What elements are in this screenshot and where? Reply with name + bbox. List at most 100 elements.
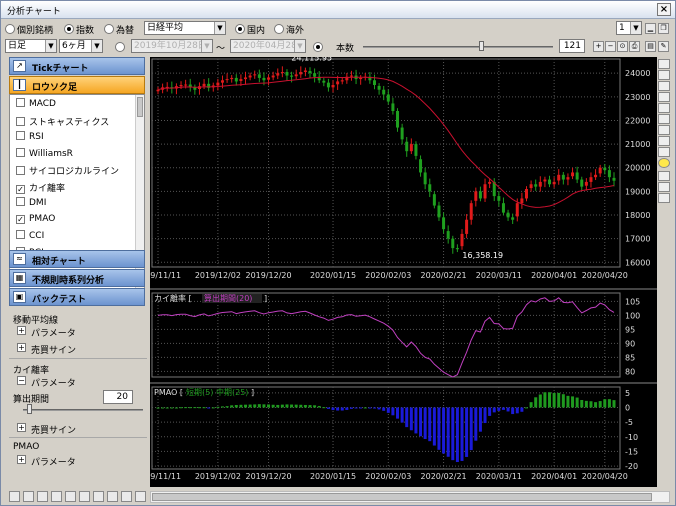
dev-period-slider[interactable] bbox=[23, 409, 143, 411]
date-tick-label: 2020/01/15 bbox=[310, 472, 356, 481]
pmao-bar bbox=[501, 407, 505, 410]
undo-icon[interactable] bbox=[658, 193, 670, 203]
dev-panel-bracket: ] bbox=[264, 294, 267, 303]
indicator-checkbox[interactable] bbox=[16, 116, 25, 126]
draw-circle-icon[interactable] bbox=[658, 125, 670, 135]
indicator-checkbox[interactable] bbox=[16, 230, 25, 239]
indicator-checkbox[interactable] bbox=[16, 166, 25, 175]
indicator-item[interactable]: サイコロジカルライン bbox=[16, 164, 119, 178]
index-select[interactable]: 日経平均 ▼ bbox=[144, 21, 226, 35]
expand-icon[interactable]: + bbox=[17, 423, 26, 432]
indicator-checkbox[interactable] bbox=[16, 147, 25, 157]
bars-slider[interactable] bbox=[363, 46, 553, 48]
chart-area[interactable]: 24000 23000 22000 21000 20000 19000 18000 17000… bbox=[135, 53, 657, 487]
indicator-checkbox[interactable] bbox=[16, 131, 25, 140]
restore-icon[interactable]: ❐ bbox=[658, 23, 669, 34]
indicator-item[interactable]: ✓ カイ離率 bbox=[16, 181, 65, 195]
count-select[interactable]: 1 ▼ bbox=[616, 21, 642, 35]
radio-overseas[interactable] bbox=[274, 24, 284, 34]
draw-text-icon[interactable] bbox=[658, 171, 670, 181]
draw-arc-icon[interactable] bbox=[658, 136, 670, 146]
close-button[interactable]: × bbox=[657, 3, 671, 16]
indicator-checkbox[interactable] bbox=[16, 197, 25, 206]
pmao-param-label[interactable]: パラメータ bbox=[31, 455, 76, 468]
pmao-bar bbox=[575, 397, 579, 408]
pmao-bar bbox=[262, 404, 266, 408]
candle-body bbox=[478, 191, 482, 199]
zoom-in-icon[interactable]: + bbox=[593, 41, 604, 52]
chart-svg[interactable]: 24000 23000 22000 21000 20000 19000 18000 17000… bbox=[135, 53, 657, 487]
collapse-icon[interactable]: − bbox=[17, 376, 26, 385]
scroll-thumb[interactable] bbox=[137, 97, 143, 117]
backtest-button[interactable]: ▣ バックテスト bbox=[9, 288, 145, 306]
dev-period-slider-thumb[interactable] bbox=[27, 404, 32, 414]
draw-fib-icon[interactable] bbox=[658, 114, 670, 124]
candle-body bbox=[257, 74, 261, 78]
tick-chart-button[interactable]: ↗ Tickチャート bbox=[9, 57, 145, 75]
radio-index[interactable] bbox=[64, 24, 74, 34]
draw-grid-icon[interactable] bbox=[658, 147, 670, 157]
indicator-item[interactable]: MACD bbox=[16, 98, 56, 112]
zoom-out-icon[interactable]: − bbox=[605, 41, 616, 52]
date-from-field[interactable]: 2019年10月28日 ▼ bbox=[131, 39, 213, 53]
indicator-checkbox[interactable] bbox=[16, 98, 25, 107]
expand-icon[interactable]: + bbox=[17, 326, 26, 335]
pmao-bar bbox=[548, 392, 552, 408]
eraser-icon[interactable] bbox=[658, 182, 670, 192]
expand-icon[interactable]: + bbox=[17, 455, 26, 464]
settings-icon[interactable]: ✎ bbox=[658, 41, 669, 52]
radio-date-range[interactable] bbox=[115, 42, 125, 52]
candle-body bbox=[598, 167, 602, 174]
tool-table-icon[interactable] bbox=[93, 491, 104, 502]
tool-print-icon[interactable] bbox=[135, 491, 146, 502]
indicator-item[interactable]: RSI bbox=[16, 131, 44, 145]
indicator-item[interactable]: ストキャスティクス bbox=[16, 115, 109, 129]
indicator-item[interactable]: DMI bbox=[16, 197, 46, 211]
indicator-checkbox[interactable]: ✓ bbox=[16, 184, 25, 194]
relative-chart-button[interactable]: ≈ 相対チャート bbox=[9, 250, 145, 268]
minimize-icon[interactable]: ▁ bbox=[645, 23, 656, 34]
indicator-item[interactable]: CCI bbox=[16, 230, 44, 244]
smiley-icon[interactable] bbox=[658, 158, 670, 168]
chart-scrollbar[interactable] bbox=[150, 491, 670, 503]
dev-period-input[interactable]: 20 bbox=[103, 390, 133, 404]
tool-line-icon[interactable] bbox=[9, 491, 20, 502]
tool-scale-icon[interactable] bbox=[107, 491, 118, 502]
ma-param-label[interactable]: パラメータ bbox=[31, 326, 76, 339]
dev-param-label[interactable]: パラメータ bbox=[31, 376, 76, 389]
period-range-select[interactable]: 6ヶ月 ▼ bbox=[59, 39, 103, 53]
tool-candle-icon[interactable] bbox=[23, 491, 34, 502]
bars-slider-thumb[interactable] bbox=[479, 41, 484, 51]
radio-bar-count[interactable] bbox=[313, 42, 323, 52]
draw-vline-icon[interactable] bbox=[658, 92, 670, 102]
draw-hline-icon[interactable] bbox=[658, 81, 670, 91]
expand-icon[interactable]: + bbox=[17, 343, 26, 352]
date-to-field[interactable]: 2020年04月28日 ▼ bbox=[230, 39, 306, 53]
bars-value[interactable]: 121 bbox=[559, 39, 585, 53]
draw-trend-icon[interactable] bbox=[658, 70, 670, 80]
zoom-reset-icon[interactable]: ⊙ bbox=[617, 41, 628, 52]
indicator-checkbox[interactable]: ✓ bbox=[16, 214, 25, 224]
tool-area-icon[interactable] bbox=[51, 491, 62, 502]
ma-signal-label[interactable]: 売買サイン bbox=[31, 343, 76, 356]
dev-signal-label[interactable]: 売買サイン bbox=[31, 423, 76, 436]
tool-zoom-icon[interactable] bbox=[121, 491, 132, 502]
candle-button[interactable]: ┃ ロウソク足 bbox=[9, 76, 145, 94]
indicator-item[interactable]: ✓ PMAO bbox=[16, 214, 55, 228]
tool-compare-icon[interactable] bbox=[79, 491, 90, 502]
pmao-bar bbox=[520, 407, 524, 412]
pmao-bar bbox=[184, 407, 188, 409]
draw-channel-icon[interactable] bbox=[658, 103, 670, 113]
irregular-button[interactable]: ▦ 不規則時系列分析 bbox=[9, 269, 145, 287]
radio-fx[interactable] bbox=[104, 24, 114, 34]
draw-line-icon[interactable] bbox=[658, 59, 670, 69]
chart-scroll-thumb[interactable] bbox=[152, 493, 652, 501]
indicator-item[interactable]: WilliamsR bbox=[16, 147, 73, 162]
radio-domestic[interactable] bbox=[235, 24, 245, 34]
radio-individual[interactable] bbox=[5, 24, 15, 34]
print-icon[interactable]: ⎙ bbox=[629, 41, 640, 52]
tool-volume-icon[interactable] bbox=[65, 491, 76, 502]
period-unit-select[interactable]: 日足 ▼ bbox=[5, 39, 57, 53]
save-icon[interactable]: ▤ bbox=[645, 41, 656, 52]
tool-bar-icon[interactable] bbox=[37, 491, 48, 502]
